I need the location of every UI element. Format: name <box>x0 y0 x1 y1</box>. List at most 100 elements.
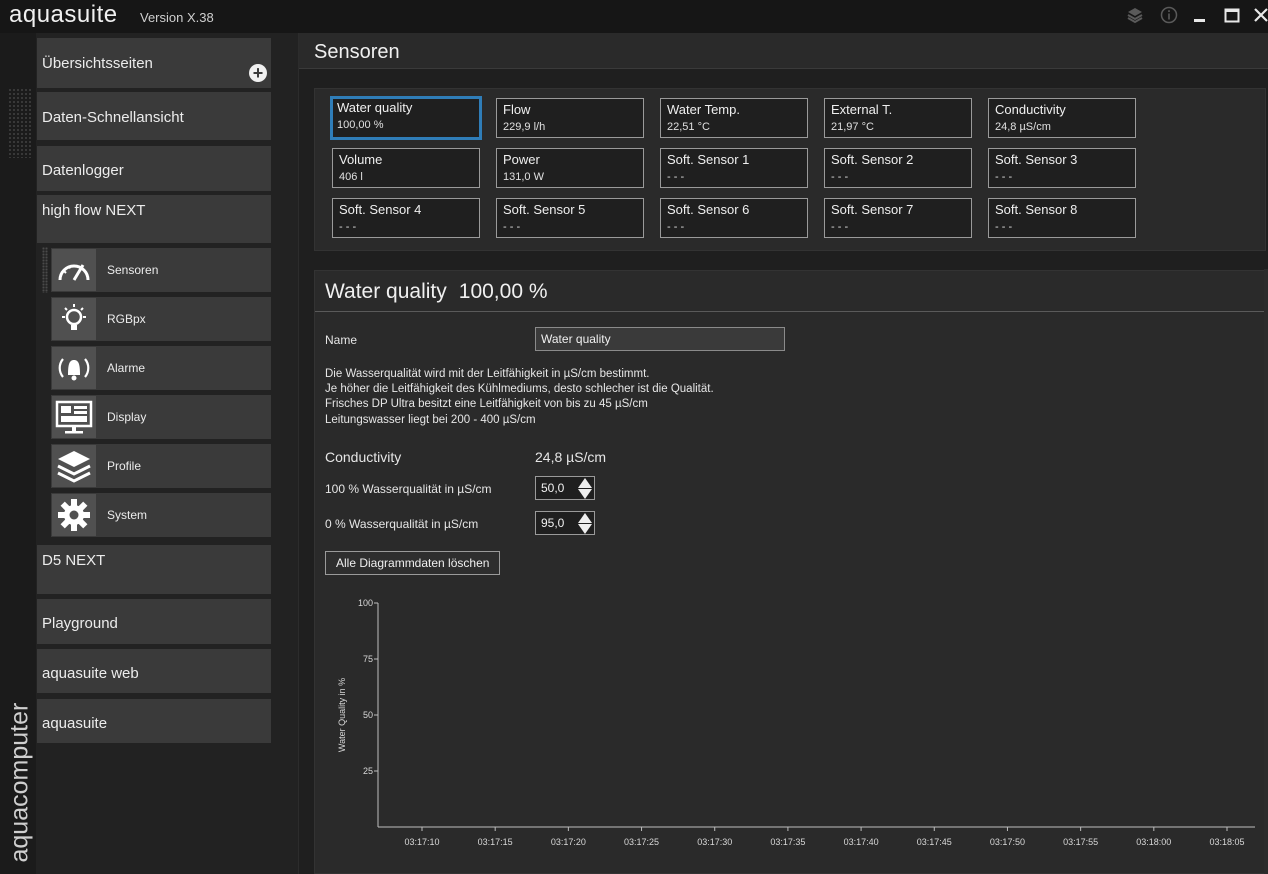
close-icon[interactable] <box>1250 6 1268 28</box>
info-icon[interactable] <box>1158 6 1180 28</box>
x-tick-label: 03:17:25 <box>624 837 659 847</box>
sidebar-item-label: Datenlogger <box>42 162 124 179</box>
sensor-tile[interactable]: Flow 229,9 l/h <box>496 98 644 138</box>
sensor-tile[interactable]: Volume 406 l <box>332 148 480 188</box>
y-axis-label: Water Quality in % <box>337 678 347 752</box>
quality-100-stepper[interactable]: 50,0 <box>535 476 595 500</box>
x-tick-label: 03:18:05 <box>1209 837 1244 847</box>
sensor-tile[interactable]: Soft. Sensor 5 - - - <box>496 198 644 238</box>
sensor-tile[interactable]: Soft. Sensor 8 - - - <box>988 198 1136 238</box>
sensor-tile-value: - - - <box>831 221 849 233</box>
sensor-tile[interactable]: Water Temp. 22,51 °C <box>660 98 808 138</box>
sidebar-item-overview[interactable]: Übersichtsseiten + <box>37 38 271 88</box>
sidebar-subitem-sensors[interactable]: Sensoren <box>51 248 271 292</box>
sidebar-subitem-profiles[interactable]: Profile <box>51 444 271 488</box>
sidebar-subitem-system[interactable]: System <box>51 493 271 537</box>
brand-logo: aquacomputer <box>5 702 34 863</box>
x-tick-label: 03:17:20 <box>551 837 586 847</box>
sensor-tile-name: Soft. Sensor 1 <box>667 152 750 167</box>
sidebar-item-playground[interactable]: Playground <box>37 599 271 644</box>
sensor-tile-grid: Water quality 100,00 % Flow 229,9 l/h Water … <box>314 88 1266 251</box>
description-line: Frisches DP Ultra besitzt eine Leitfähig… <box>325 398 648 411</box>
minimize-icon[interactable] <box>1189 6 1211 28</box>
sensor-tile[interactable]: External T. 21,97 °C <box>824 98 972 138</box>
stepper-up-icon[interactable] <box>578 513 592 523</box>
sensor-tile-name: Conductivity <box>995 102 1066 117</box>
sidebar-subitem-rgbpx[interactable]: RGBpx <box>51 297 271 341</box>
main-header: Sensoren <box>299 33 1268 69</box>
sensor-tile[interactable]: Water quality 100,00 % <box>330 96 482 140</box>
stepper-up-icon[interactable] <box>578 478 592 488</box>
description-line: Die Wasserqualität wird mit der Leitfähi… <box>325 368 650 380</box>
sensor-tile[interactable]: Soft. Sensor 4 - - - <box>332 198 480 238</box>
x-tick-label: 03:17:45 <box>917 837 952 847</box>
main-scrollbar[interactable] <box>1264 269 1268 874</box>
sidebar-item-label: Daten-Schnellansicht <box>42 109 184 126</box>
y-tick-label: 100 <box>358 598 373 608</box>
stepper-value: 95,0 <box>541 516 565 530</box>
quality-0-stepper[interactable]: 95,0 <box>535 511 595 535</box>
x-tick-label: 03:17:40 <box>844 837 879 847</box>
sensor-tile-name: Soft. Sensor 3 <box>995 152 1078 167</box>
stepper-value: 50,0 <box>541 481 565 495</box>
sensor-tile-value: 229,9 l/h <box>503 121 546 133</box>
sensor-tile[interactable]: Soft. Sensor 2 - - - <box>824 148 972 188</box>
sidebar-item-quickview[interactable]: Daten-Schnellansicht <box>37 92 271 140</box>
stepper-down-icon[interactable] <box>578 524 592 534</box>
sensor-tile-value: 24,8 µS/cm <box>995 121 1051 133</box>
sidebar-item-d5next[interactable]: D5 NEXT <box>37 545 271 594</box>
sidebar-subitem-label: Profile <box>107 459 142 473</box>
sensor-tile-value: - - - <box>831 171 849 183</box>
sensor-tile-value: - - - <box>667 171 685 183</box>
add-icon[interactable]: + <box>249 64 267 82</box>
x-tick-label: 03:18:00 <box>1136 837 1171 847</box>
x-tick-label: 03:17:50 <box>990 837 1025 847</box>
sidebar-subitem-alarms[interactable]: Alarme <box>51 346 271 390</box>
stepper-down-icon[interactable] <box>578 489 592 499</box>
y-tick-label: 75 <box>363 654 373 664</box>
sensor-tile[interactable]: Soft. Sensor 3 - - - <box>988 148 1136 188</box>
sensor-tile-value: 100,00 % <box>337 119 384 131</box>
quality-100-label: 100 % Wasserqualität in µS/cm <box>325 482 492 496</box>
clear-chart-data-button[interactable]: Alle Diagrammdaten löschen <box>325 551 501 575</box>
title-bar: aquasuite Version X.38 <box>0 0 1268 33</box>
brand-rail: aquacomputer <box>0 33 36 874</box>
sidebar-subitem-display[interactable]: Display <box>51 395 271 439</box>
sensor-tile[interactable]: Power 131,0 W <box>496 148 644 188</box>
name-field[interactable] <box>535 327 785 351</box>
submenu-decoration <box>42 247 48 293</box>
layers-icon[interactable] <box>1124 6 1146 28</box>
sensor-tile-value: - - - <box>995 221 1013 233</box>
sensor-tile-name: Volume <box>339 152 383 167</box>
sensor-tile-name: Soft. Sensor 4 <box>339 202 422 217</box>
quality-0-label: 0 % Wasserqualität in µS/cm <box>325 517 479 531</box>
sidebar-item-label: Playground <box>42 615 118 632</box>
x-tick-label: 03:17:30 <box>697 837 732 847</box>
sensor-tile[interactable]: Soft. Sensor 7 - - - <box>824 198 972 238</box>
water-quality-chart: 25 50 75 100 03:17:10 03:17:15 03:17:20 03:17:2… <box>337 598 1255 847</box>
sensor-tile[interactable]: Soft. Sensor 6 - - - <box>660 198 808 238</box>
sensor-detail-panel: Water quality 100,00 % Name Die Wasserqua… <box>314 270 1266 874</box>
maximize-icon[interactable] <box>1221 6 1243 28</box>
sidebar-item-datalogger[interactable]: Datenlogger <box>37 146 271 191</box>
sidebar-item-label: Übersichtsseiten <box>42 55 153 72</box>
conductivity-value: 24,8 µS/cm <box>535 449 607 465</box>
detail-title: Water quality 100,00 % <box>325 280 560 304</box>
sidebar-item-device[interactable]: high flow NEXT <box>37 195 271 243</box>
sensor-tile-value: 406 l <box>339 171 363 183</box>
sensor-tile-name: Soft. Sensor 6 <box>667 202 750 217</box>
sidebar: Übersichtsseiten + Daten-Schnellansicht … <box>36 33 302 874</box>
x-tick-label: 03:17:15 <box>478 837 513 847</box>
sensor-tile[interactable]: Soft. Sensor 1 - - - <box>660 148 808 188</box>
sidebar-item-aquasuite-web[interactable]: aquasuite web <box>37 649 271 693</box>
sidebar-subitem-label: Alarme <box>107 361 146 375</box>
sidebar-item-aquasuite[interactable]: aquasuite <box>37 699 271 743</box>
x-tick-label: 03:17:55 <box>1063 837 1098 847</box>
sensor-tile-name: Water quality <box>337 100 413 115</box>
sensor-tile[interactable]: Conductivity 24,8 µS/cm <box>988 98 1136 138</box>
sensor-tile-name: Power <box>503 152 540 167</box>
sensor-tile-value: 22,51 °C <box>667 121 710 133</box>
sensor-tile-value: 131,0 W <box>503 171 544 183</box>
sensor-tile-name: Flow <box>503 102 531 117</box>
alarm-bell-icon <box>52 347 96 389</box>
